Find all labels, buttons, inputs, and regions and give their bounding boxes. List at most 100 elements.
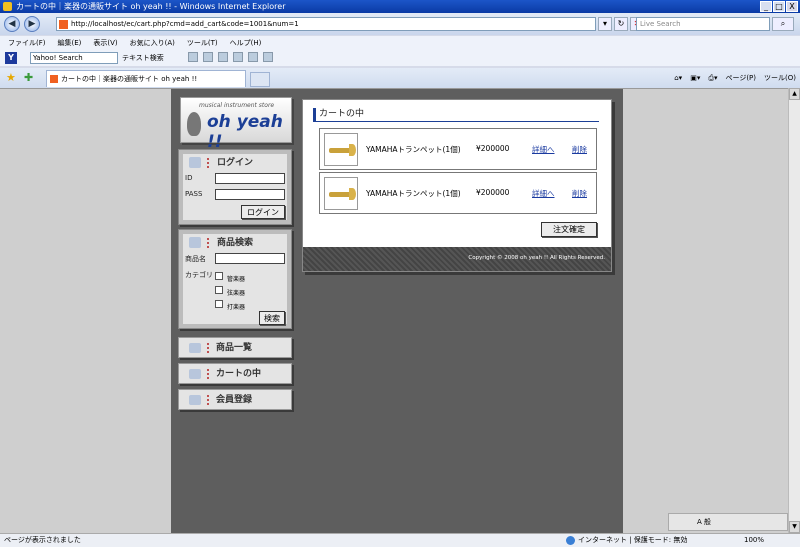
tab-label: カートの中｜楽器の通販サイト oh yeah !! [61, 75, 198, 83]
cart-item-delete-link[interactable]: 削除 [572, 144, 587, 155]
security-zone[interactable]: インターネット | 保護モード: 無効 [566, 534, 687, 547]
vertical-scrollbar[interactable]: ▲ ▼ [788, 88, 800, 533]
id-label: ID [185, 174, 193, 182]
nav-separator [207, 343, 209, 353]
search-button[interactable]: 検索 [259, 311, 285, 325]
cart-icon [189, 369, 201, 379]
page-viewport: musical instrument store oh yeah !! ログイン… [0, 88, 788, 534]
category-checkbox-wind[interactable] [215, 272, 223, 280]
address-input[interactable]: http://localhost/ec/cart.php?cmd=add_car… [56, 17, 596, 31]
product-name-input[interactable] [215, 253, 285, 264]
menu-help[interactable]: ヘルプ(H) [230, 36, 262, 50]
cart-title: カートの中 [313, 108, 599, 122]
category-wind-label: 管楽器 [227, 276, 246, 283]
ime-mode: A 般 [697, 518, 712, 526]
tab-cart[interactable]: カートの中｜楽器の通販サイト oh yeah !! [46, 70, 246, 87]
forward-arrow-icon[interactable]: ▶ [24, 16, 40, 32]
nav-member-register-label: 会員登録 [216, 395, 253, 405]
pass-input[interactable] [215, 189, 285, 200]
heading-separator [207, 158, 209, 168]
toolbar-tool-icon[interactable] [188, 52, 198, 62]
dropdown-arrow-icon[interactable]: ▾ [598, 17, 612, 31]
category-checkbox-string[interactable] [215, 286, 223, 294]
product-name-label: 商品名 [185, 255, 206, 263]
cart-item-detail-link[interactable]: 詳細へ [532, 188, 555, 199]
logo-tagline: musical instrument store [199, 102, 275, 109]
tools-menu[interactable]: ツール(O) [764, 72, 796, 84]
cart-item-name: YAMAHAトランペット(1個) [366, 189, 461, 198]
trumpet-thumbnail[interactable] [324, 133, 358, 166]
trumpet-bell [349, 188, 356, 200]
site-logo[interactable]: musical instrument store oh yeah !! [180, 97, 292, 152]
feeds-icon[interactable]: ▣▾ [690, 72, 700, 84]
new-tab-button[interactable] [250, 72, 270, 87]
zoom-level[interactable]: 100% [744, 534, 764, 547]
yahoo-toolbar: Y Yahoo! Search テキスト検索 [0, 50, 800, 66]
close-button[interactable]: X [786, 1, 798, 12]
ime-language-bar[interactable]: A 般 [668, 513, 788, 531]
cart-item-name: YAMAHAトランペット(1個) [366, 145, 461, 154]
menu-view[interactable]: 表示(V) [93, 36, 117, 50]
yahoo-logo-icon[interactable]: Y [5, 52, 17, 64]
print-icon[interactable]: ⎙▾ [708, 72, 717, 84]
minimize-button[interactable]: _ [760, 1, 772, 12]
menu-tools[interactable]: ツール(T) [187, 36, 218, 50]
menu-favorites[interactable]: お気に入り(A) [130, 36, 175, 50]
nav-cart[interactable]: カートの中 [178, 363, 292, 384]
yahoo-tool-icons [188, 52, 273, 62]
product-search-panel: 商品検索 商品名 カテゴリ 管楽器 弦楽器 打楽器 検索 [178, 229, 292, 329]
nav-product-list-label: 商品一覧 [216, 343, 253, 353]
toolbar-tool-icon[interactable] [203, 52, 213, 62]
toolbar-tool-icon[interactable] [218, 52, 228, 62]
cart-item-detail-link[interactable]: 詳細へ [532, 144, 555, 155]
category-checkbox-percussion[interactable] [215, 300, 223, 308]
refresh-icon[interactable]: ↻ [614, 17, 628, 31]
cart-panel: カートの中 YAMAHAトランペット(1個) ¥200000 詳細へ 削除 YA… [302, 99, 612, 272]
favorites-star-icon[interactable]: ★ [6, 71, 16, 84]
product-search-inner: 商品検索 商品名 カテゴリ 管楽器 弦楽器 打楽器 検索 [183, 234, 287, 325]
maximize-button[interactable]: □ [773, 1, 785, 12]
toolbar-tool-icon[interactable] [233, 52, 243, 62]
login-title: ログイン [217, 158, 254, 168]
add-favorite-icon[interactable]: ✚ [24, 71, 33, 84]
live-search-input[interactable]: Live Search [636, 17, 770, 31]
search-icon[interactable]: ⌕ [772, 17, 794, 31]
page-menu[interactable]: ページ(P) [725, 72, 756, 84]
cart-footer: Copyright © 2008 oh yeah !! All Rights R… [303, 247, 611, 271]
yahoo-search-input[interactable]: Yahoo! Search [30, 52, 118, 64]
logo-brand: oh yeah !! [207, 112, 283, 152]
home-icon[interactable]: ⌂▾ [674, 72, 682, 84]
login-heading: ログイン [189, 157, 253, 169]
back-arrow-icon[interactable]: ◀ [4, 16, 20, 32]
nav-product-list[interactable]: 商品一覧 [178, 337, 292, 358]
text-search-button[interactable]: テキスト検索 [122, 52, 164, 64]
cart-item-price: ¥200000 [476, 188, 510, 197]
order-confirm-button[interactable]: 注文確定 [541, 222, 597, 237]
menu-edit[interactable]: 編集(E) [58, 36, 82, 50]
login-button[interactable]: ログイン [241, 205, 285, 219]
cart-item-price: ¥200000 [476, 144, 510, 153]
window-title-bar: カートの中｜楽器の通販サイト oh yeah !! - Windows Inte… [0, 0, 800, 13]
id-input[interactable] [215, 173, 285, 184]
product-search-title: 商品検索 [217, 238, 254, 248]
toolbar-tool-icon[interactable] [248, 52, 258, 62]
toolbar-tool-icon[interactable] [263, 52, 273, 62]
command-bar: ⌂▾ ▣▾ ⎙▾ ページ(P) ツール(O) [674, 72, 796, 84]
nav-separator [207, 369, 209, 379]
pass-label: PASS [185, 190, 203, 198]
cart-item-row: YAMAHAトランペット(1個) ¥200000 詳細へ 削除 [319, 128, 597, 170]
status-bar: ページが表示されました インターネット | 保護モード: 無効 100% [0, 533, 800, 547]
menu-file[interactable]: ファイル(F) [8, 36, 46, 50]
heading-separator [207, 238, 209, 248]
tab-bar: ★ ✚ カートの中｜楽器の通販サイト oh yeah !! ⌂▾ ▣▾ ⎙▾ ペ… [0, 68, 800, 88]
menu-bar: ファイル(F) 編集(E) 表示(V) お気に入り(A) ツール(T) ヘルプ(… [0, 36, 800, 50]
cart-item-row: YAMAHAトランペット(1個) ¥200000 詳細へ 削除 [319, 172, 597, 214]
login-icon [189, 157, 201, 168]
user-icon [189, 395, 201, 405]
nav-member-register[interactable]: 会員登録 [178, 389, 292, 410]
scroll-down-icon[interactable]: ▼ [789, 521, 800, 533]
scroll-up-icon[interactable]: ▲ [789, 88, 800, 100]
copyright-text: Copyright © 2008 oh yeah !! All Rights R… [468, 255, 605, 261]
cart-item-delete-link[interactable]: 削除 [572, 188, 587, 199]
trumpet-thumbnail[interactable] [324, 177, 358, 210]
